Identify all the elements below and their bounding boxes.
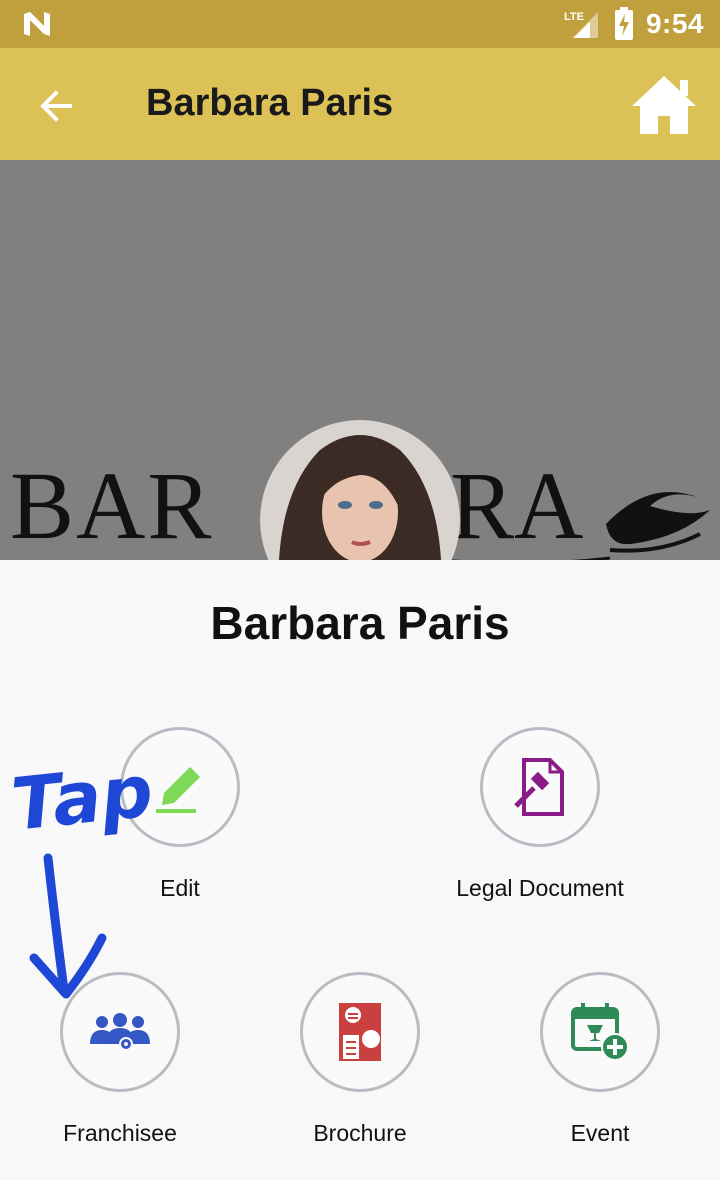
brochure-circle[interactable] [300,972,420,1092]
brochure-button[interactable]: Brochure [240,972,480,1146]
event-calendar-add-icon [571,1003,629,1061]
tap-annotation: Tap [8,748,157,999]
home-icon[interactable] [630,72,698,136]
lte-signal-icon: LTE [564,11,598,38]
event-button[interactable]: Event [480,972,720,1146]
status-time: 9:54 [645,8,704,39]
legal-document-gavel-icon [514,758,564,816]
brochure-label: Brochure [313,1120,407,1146]
battery-charging-icon [614,7,633,40]
event-circle[interactable] [540,972,660,1092]
brochure-icon [339,1003,381,1061]
tap-annotation-text: Tap [8,748,157,846]
legal-document-button[interactable]: Legal Document [420,727,660,901]
profile-avatar[interactable] [260,420,460,560]
legal-document-circle[interactable] [480,727,600,847]
app-bar: Barbara Paris [0,48,720,160]
event-label: Event [570,1120,630,1146]
page-title: Barbara Paris [146,82,394,124]
cover-banner: BAR RA [0,160,720,560]
franchisee-label: Franchisee [63,1120,177,1146]
svg-text:LTE: LTE [564,11,584,23]
back-arrow-icon[interactable] [36,86,76,126]
svg-text:RA: RA [450,458,583,559]
status-bar: LTE 9:54 [0,0,720,48]
svg-text:BAR: BAR [10,458,213,559]
android-n-icon [24,12,50,36]
profile-name: Barbara Paris [210,597,510,649]
legal-document-label: Legal Document [456,875,624,901]
